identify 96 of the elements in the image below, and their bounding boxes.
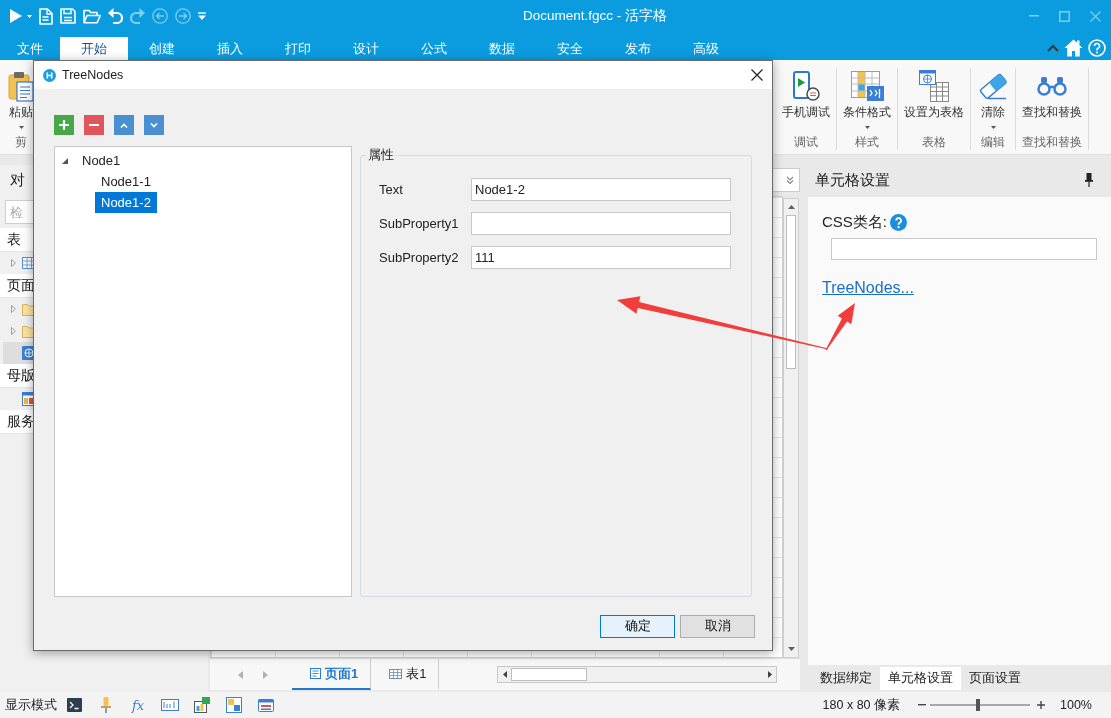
- group-label: 剪: [15, 134, 27, 150]
- help-icon[interactable]: [1088, 39, 1106, 57]
- property-label: Text: [379, 182, 403, 197]
- field-label: CSS类名:: [822, 213, 887, 232]
- panel-title: 单元格设置: [815, 170, 890, 190]
- chevron-up-icon: [120, 122, 128, 128]
- folder-icon[interactable]: [83, 8, 101, 24]
- panel-tab[interactable]: 数据绑定: [812, 667, 880, 690]
- plus-icon[interactable]: [1037, 701, 1045, 709]
- panel-tab[interactable]: 单元格设置: [880, 667, 961, 690]
- scrollbar-thumb[interactable]: [511, 668, 587, 681]
- chevron-down-icon: [150, 122, 158, 128]
- maximize-icon[interactable]: [1059, 10, 1070, 22]
- move-down-button[interactable]: [144, 115, 164, 135]
- triangle-icon[interactable]: [62, 157, 68, 164]
- move-up-button[interactable]: [114, 115, 134, 135]
- chevron-up-icon[interactable]: [1047, 44, 1059, 52]
- group-title: 属性: [367, 146, 395, 164]
- group-label: 样式: [855, 134, 879, 150]
- window-title: Document.fgcc - 活字格: [522, 8, 667, 23]
- link[interactable]: TreeNodes...: [822, 279, 914, 297]
- property-label: SubProperty2: [379, 250, 459, 265]
- property-field[interactable]: Node1-2: [471, 178, 731, 201]
- add-button[interactable]: [54, 115, 74, 135]
- ribbon-button[interactable]: 清除: [978, 68, 1008, 134]
- ribbon-button[interactable]: 条件格式: [843, 68, 891, 134]
- ribbon-button[interactable]: 设置为表格: [904, 68, 964, 134]
- dialog-button[interactable]: 取消: [680, 615, 755, 638]
- group-label: 查找和替换: [1022, 134, 1082, 150]
- horizontal-scrollbar[interactable]: [497, 666, 777, 683]
- zoom-percent: 100%: [1060, 698, 1092, 712]
- binoculars-icon: [1037, 76, 1067, 96]
- dialog-button[interactable]: 确定: [600, 615, 675, 638]
- ribbon-button[interactable]: 粘贴: [8, 68, 34, 134]
- pushpin-icon[interactable]: [101, 697, 111, 713]
- dialog-title: TreeNodes: [62, 68, 124, 82]
- scrollbar-thumb[interactable]: [786, 215, 796, 369]
- ribbon-tab[interactable]: 开始: [60, 37, 128, 60]
- group-label: 调试: [794, 134, 818, 150]
- grid-squares-icon[interactable]: [226, 697, 242, 713]
- home-icon[interactable]: [1064, 39, 1083, 57]
- left-arrow-icon[interactable]: [502, 671, 507, 678]
- help-icon[interactable]: [890, 214, 907, 231]
- status-label: 显示模式: [5, 696, 57, 714]
- table-icon: [389, 668, 403, 679]
- play-icon[interactable]: [10, 9, 22, 23]
- form-window-icon[interactable]: [258, 698, 274, 712]
- minus-icon: [89, 124, 99, 126]
- section-header[interactable]: 页面: [7, 276, 35, 295]
- chart-window-icon[interactable]: [194, 697, 210, 713]
- section-header[interactable]: 服务: [7, 412, 35, 431]
- ribbon-button[interactable]: 查找和替换: [1022, 68, 1082, 134]
- caret-icon[interactable]: [27, 14, 32, 18]
- up-arrow-icon[interactable]: [787, 205, 795, 209]
- sheet-tab[interactable]: 表1: [371, 659, 440, 690]
- tree-node[interactable]: Node1: [76, 150, 127, 171]
- app-logo-icon: [43, 68, 56, 82]
- document-icon[interactable]: [39, 7, 53, 25]
- minimize-icon[interactable]: [1028, 15, 1039, 17]
- group-label: 编辑: [981, 134, 1005, 150]
- plus-icon: [59, 120, 69, 130]
- slider-thumb[interactable]: [976, 699, 980, 711]
- property-field[interactable]: [471, 212, 731, 235]
- property-field[interactable]: 111: [471, 246, 731, 269]
- remove-button[interactable]: [84, 115, 104, 135]
- group-label: 表格: [922, 134, 946, 150]
- colored-grid-icon: [850, 71, 884, 101]
- sheet-tab[interactable]: 页面1: [292, 659, 372, 690]
- property-label: SubProperty1: [379, 216, 459, 231]
- formula-button[interactable]: fx: [131, 697, 145, 713]
- triangle-outline-icon[interactable]: [11, 259, 16, 267]
- text-box-icon[interactable]: [161, 699, 179, 711]
- phone-play-icon: [792, 71, 820, 101]
- panel-tab[interactable]: 页面设置: [961, 667, 1029, 690]
- dimensions-text: 180 x 80 像素: [822, 696, 900, 714]
- minus-icon[interactable]: [918, 704, 926, 706]
- caret-icon[interactable]: [198, 12, 206, 20]
- triangle-outline-icon[interactable]: [11, 305, 16, 313]
- section-header[interactable]: 母版: [7, 366, 35, 385]
- curved-arrow-left-icon[interactable]: [108, 8, 123, 24]
- css-class-field[interactable]: [831, 238, 1097, 260]
- double-chevron-down-icon: [786, 176, 794, 184]
- ribbon-button[interactable]: 手机调试: [782, 68, 830, 134]
- right-arrow-icon[interactable]: [767, 671, 772, 678]
- panel-title: 对: [10, 170, 25, 190]
- down-arrow-icon[interactable]: [787, 647, 795, 651]
- terminal-icon[interactable]: [66, 698, 82, 712]
- triangle-outline-icon[interactable]: [11, 327, 16, 335]
- close-icon[interactable]: [751, 69, 763, 81]
- vertical-scrollbar[interactable]: [783, 198, 799, 658]
- section-header[interactable]: 表: [7, 230, 21, 249]
- tree-node[interactable]: Node1-1: [95, 171, 157, 192]
- globe-grid-icon: [919, 70, 949, 102]
- pin-icon[interactable]: [1085, 173, 1093, 187]
- page-icon: [310, 668, 321, 679]
- tree-node[interactable]: Node1-2: [95, 192, 157, 213]
